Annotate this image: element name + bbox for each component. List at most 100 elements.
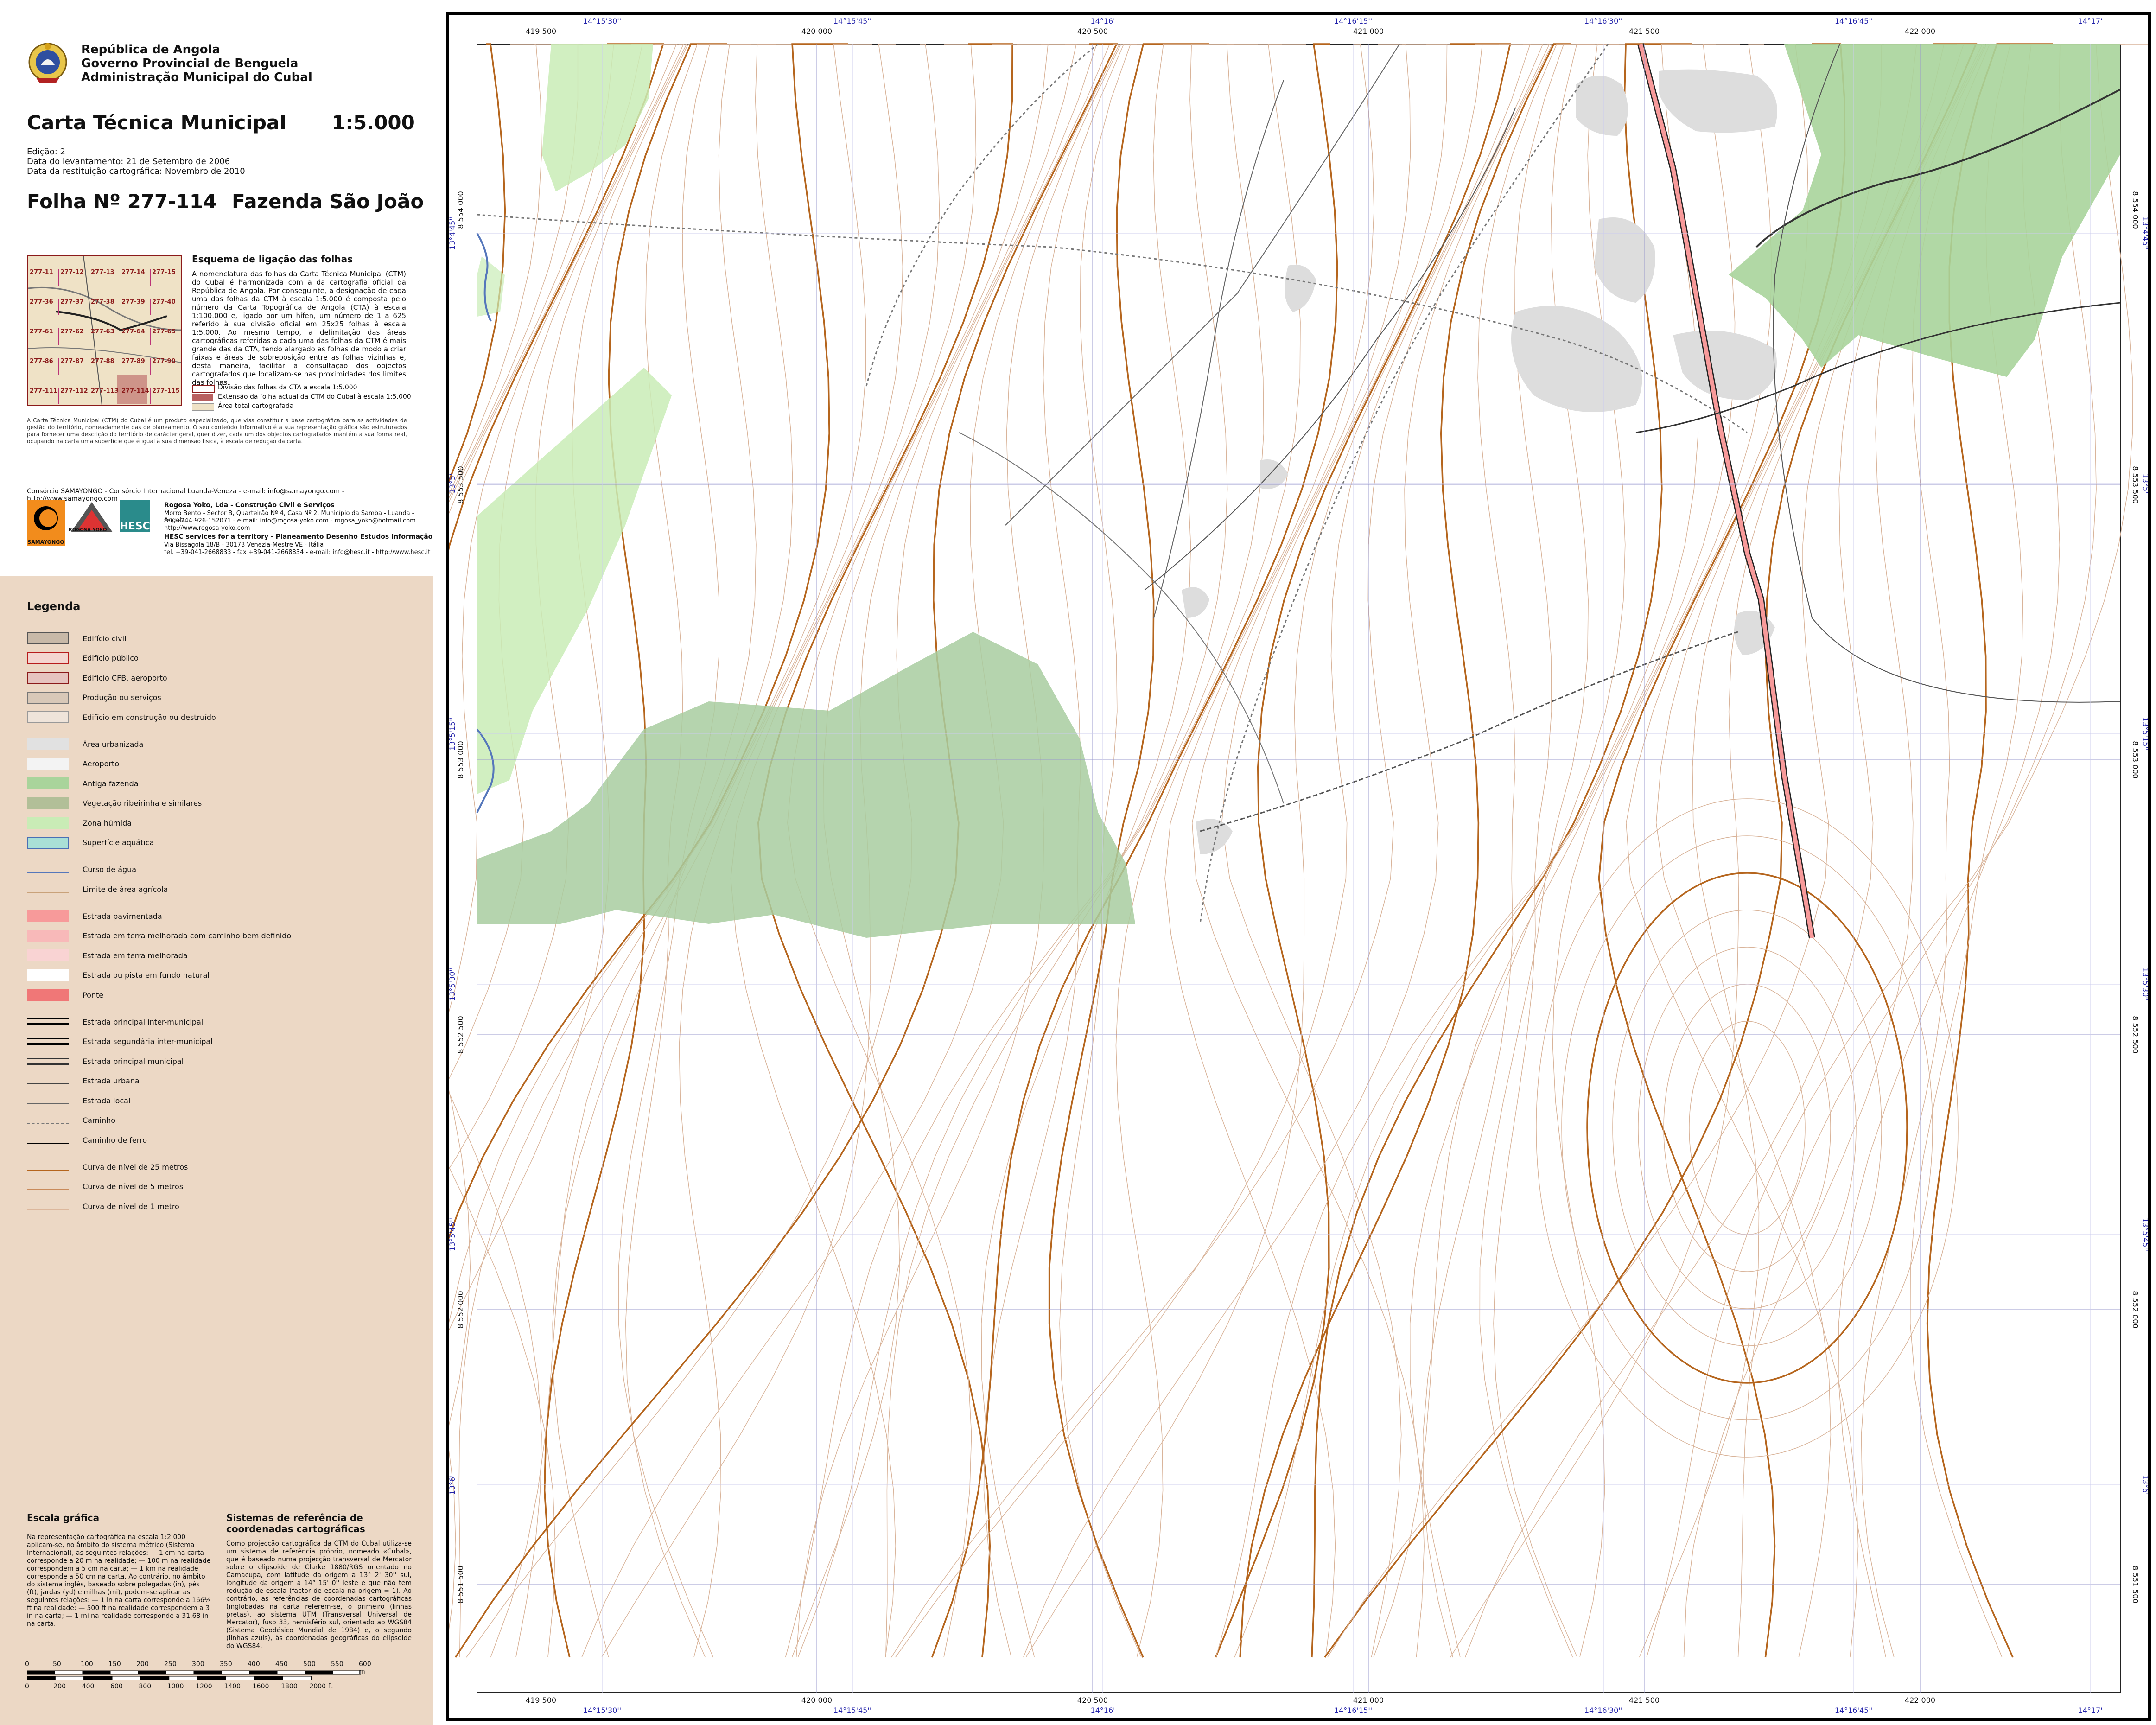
utm-coordinate-label: 422 000	[1905, 1696, 1935, 1705]
legend-title: Legenda	[27, 600, 81, 613]
geo-coordinate-label: 14°16'45''	[1835, 17, 1873, 25]
disclaimer-note: A Carta Técnica Municipal (CTM) do Cubal…	[27, 417, 407, 445]
legend-label: Curso de água	[83, 865, 137, 874]
legend-label: Estrada pavimentada	[83, 911, 162, 921]
utm-coordinate-label: 420 000	[801, 27, 832, 36]
legend-symbol	[27, 989, 69, 1001]
legend-symbol	[27, 969, 69, 981]
utm-coordinate-label: 420 000	[801, 1696, 832, 1705]
partner-2-contact: tel. +39-041-2668833 - fax +39-041-26688…	[164, 549, 431, 556]
scale-segment-imperial	[55, 1676, 84, 1680]
geo-coordinate-label: 13°4'45''	[2141, 216, 2148, 250]
geo-coordinate-label: 14°16'30''	[1584, 17, 1622, 25]
legend-item: Estrada segundária inter-municipal	[27, 1035, 213, 1049]
partner-2-address: Via Bissagola 18/B - 30173 Venezia-Mestr…	[164, 541, 324, 548]
legend-label: Superfície aquática	[83, 838, 154, 847]
legend-item: Estrada principal municipal	[27, 1054, 184, 1068]
geo-coordinate-label: 14°17'	[2078, 1706, 2102, 1715]
utm-coordinate-label: 8 554 000	[2131, 191, 2140, 229]
legend-symbol	[27, 866, 69, 873]
legend-label: Curva de nível de 1 metro	[83, 1202, 179, 1211]
legend-symbol	[27, 757, 69, 770]
legend-symbol	[27, 910, 69, 922]
geo-coordinate-label: 14°15'30''	[583, 1706, 621, 1715]
scale-tick-metric: 100	[81, 1661, 93, 1668]
legend-symbol	[27, 1038, 69, 1045]
legend-item: Ponte	[27, 988, 103, 1002]
legend-label: Vegetação ribeirinha e similares	[83, 799, 202, 808]
geo-coordinate-label: 14°15'30''	[583, 17, 621, 25]
topographic-map[interactable]: 419 500 420 000 420 500 421 000 421 500 422 0…	[449, 15, 2148, 1718]
legend-symbol	[27, 691, 69, 704]
index-cell: 277-61	[30, 328, 59, 345]
utm-coordinate-label: 8 551 500	[2131, 1566, 2140, 1603]
legend-item: Limite de área agrícola	[27, 882, 168, 896]
scale-segment-imperial	[197, 1676, 226, 1680]
partner-2-name: HESC services for a territory - Planeame…	[164, 533, 433, 541]
scale-section-title: Escala gráfica	[27, 1512, 100, 1523]
scale-tick-metric: 0	[25, 1661, 29, 1668]
scale-segment-imperial	[254, 1676, 283, 1680]
scale-segment-metric	[165, 1670, 194, 1675]
sheet-number: Folha Nº 277-114	[27, 190, 217, 213]
geo-coordinate-label: 14°15'45''	[833, 17, 871, 25]
legend-label: Curva de nível de 5 metros	[83, 1182, 184, 1191]
legend-label: Limite de área agrícola	[83, 885, 168, 894]
utm-coordinate-label: 420 500	[1077, 1696, 1108, 1705]
survey-date: Data do levantamento: 21 de Setembro de …	[27, 157, 230, 166]
crs-section-text: Como projecção cartográfica da CTM do Cu…	[226, 1540, 412, 1650]
legend-item: Edifício em construção ou destruído	[27, 710, 216, 724]
legend-item: Superfície aquática	[27, 836, 154, 850]
utm-coordinate-label: 421 000	[1353, 27, 1384, 36]
scale-segment-metric	[110, 1670, 139, 1675]
legend-item: Estrada urbana	[27, 1074, 140, 1088]
legend-item: Estrada local	[27, 1094, 130, 1108]
scale-segment-imperial	[282, 1676, 312, 1680]
legend-symbol	[27, 1137, 69, 1144]
geo-coordinate-label: 14°16'45''	[1835, 1706, 1873, 1715]
utm-coordinate-label: 8 553 500	[456, 466, 465, 503]
utm-coordinate-label: 420 500	[1077, 27, 1108, 36]
legend-symbol	[27, 797, 69, 809]
scale-segment-metric	[193, 1670, 222, 1675]
legend-symbol	[27, 929, 69, 942]
legend-label: Caminho de ferro	[83, 1135, 147, 1145]
geo-coordinate-label: 14°16'15''	[1334, 1706, 1372, 1715]
org-line-2: Governo Provincial de Benguela	[81, 57, 299, 70]
legend-label: Zona húmida	[83, 818, 132, 827]
angola-emblem-icon	[27, 41, 69, 85]
legend-label: Curva de nível de 25 metros	[83, 1162, 188, 1171]
scale-segment-imperial	[225, 1676, 255, 1680]
utm-coordinate-label: 8 551 500	[456, 1566, 465, 1603]
utm-coordinate-label: 419 500	[526, 1696, 556, 1705]
index-map-title: Esquema de ligação das folhas	[192, 254, 353, 265]
legend-symbol	[27, 1183, 69, 1190]
legend-item: Curva de nível de 25 metros	[27, 1160, 188, 1174]
index-key-3: Área total cartografada	[218, 402, 294, 410]
scale-tick-metric: 600 m	[359, 1661, 371, 1675]
legend-item: Estrada ou pista em fundo natural	[27, 968, 210, 982]
utm-coordinate-label: 8 553 000	[2131, 741, 2140, 778]
legend-label: Estrada local	[83, 1096, 131, 1105]
legend-symbol	[27, 949, 69, 961]
geo-coordinate-label: 13°6'	[2141, 1475, 2148, 1495]
index-key-swatch-3	[192, 403, 214, 411]
utm-coordinate-label: 8 552 000	[2131, 1291, 2140, 1328]
index-cell: 277-37	[60, 299, 89, 315]
scale-segment-imperial	[27, 1676, 56, 1680]
geo-coordinate-label: 13°5'	[2141, 474, 2148, 494]
index-key-swatch-2	[192, 394, 213, 401]
index-cell: 277-114	[121, 388, 151, 404]
index-key-swatch-1	[192, 385, 215, 393]
scale-segment-imperial	[112, 1676, 141, 1680]
scale-tick-metric: 150	[108, 1661, 121, 1668]
samayongo-logo: SAMAYONGO	[27, 500, 65, 546]
legend-label: Caminho	[83, 1116, 116, 1125]
scale-segment-imperial	[169, 1676, 198, 1680]
partner-1-web[interactable]: http://www.rogosa-yoko.com	[164, 525, 250, 532]
legend-label: Estrada principal municipal	[83, 1057, 184, 1066]
index-map-text: A nomenclatura das folhas da Carta Técni…	[192, 270, 406, 387]
legend-label: Produção ou serviços	[83, 693, 161, 702]
index-cell: 277-63	[91, 328, 120, 345]
scale-segment-metric	[138, 1670, 166, 1675]
